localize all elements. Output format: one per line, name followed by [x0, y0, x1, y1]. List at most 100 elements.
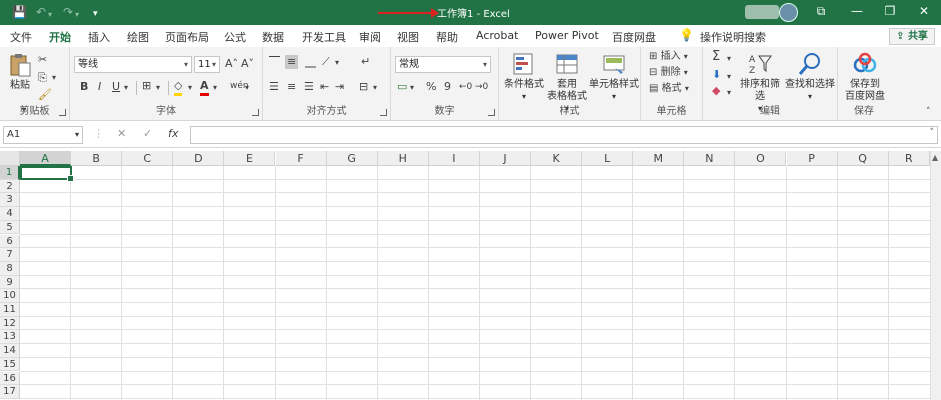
save-icon[interactable]: 💾: [12, 4, 27, 20]
underline-dropdown-icon[interactable]: ▾: [124, 81, 128, 95]
paste-button[interactable]: 粘贴: [6, 52, 34, 92]
row-header-17[interactable]: 17: [0, 385, 20, 399]
row-header-2[interactable]: 2: [0, 179, 20, 194]
cell-styles-button[interactable]: 单元格样式 ▾: [589, 51, 639, 103]
align-right-icon[interactable]: ☰: [304, 80, 314, 94]
merge-center-icon[interactable]: ⊟: [359, 80, 368, 94]
enter-icon[interactable]: ✓: [143, 127, 152, 140]
accounting-format-icon[interactable]: ▭: [397, 80, 407, 94]
row-header-13[interactable]: 13: [0, 330, 20, 345]
font-launcher-icon[interactable]: [252, 109, 259, 116]
grow-font-icon[interactable]: A˄: [225, 57, 238, 71]
column-header-M[interactable]: M: [633, 151, 685, 166]
comma-style-button[interactable]: 9: [444, 80, 451, 94]
italic-button[interactable]: I: [98, 80, 101, 94]
percent-style-button[interactable]: %: [426, 80, 436, 94]
tab-help[interactable]: 帮助: [436, 29, 458, 45]
column-header-N[interactable]: N: [684, 151, 736, 166]
tab-review[interactable]: 审阅: [359, 29, 381, 45]
row-header-11[interactable]: 11: [0, 303, 20, 317]
accounting-dropdown-icon[interactable]: ▾: [410, 81, 414, 95]
format-cells-button[interactable]: ▤ 格式 ▾: [649, 82, 689, 96]
column-header-J[interactable]: J: [479, 151, 531, 166]
row-header-14[interactable]: 14: [0, 344, 20, 358]
copy-icon[interactable]: ⎘: [38, 71, 47, 85]
increase-indent-icon[interactable]: ⇥: [335, 80, 344, 94]
column-header-Q[interactable]: Q: [837, 151, 889, 166]
number-launcher-icon[interactable]: [488, 109, 495, 116]
tab-draw[interactable]: 绘图: [127, 29, 149, 45]
undo-icon[interactable]: ↶: [36, 4, 46, 20]
cancel-icon[interactable]: ✕: [117, 127, 126, 140]
tab-power-pivot[interactable]: Power Pivot: [535, 29, 599, 42]
redo-icon[interactable]: ↷: [63, 4, 73, 20]
fill-color-dropdown-icon[interactable]: ▾: [188, 81, 192, 95]
column-header-L[interactable]: L: [582, 151, 634, 166]
column-header-O[interactable]: O: [735, 151, 787, 166]
column-header-R[interactable]: R: [888, 151, 930, 166]
formula-input[interactable]: ˅: [190, 126, 938, 144]
font-color-icon[interactable]: A: [200, 79, 209, 96]
tab-formulas[interactable]: 公式: [224, 29, 246, 45]
font-name-select[interactable]: 等线 ▾: [74, 56, 192, 73]
fill-icon[interactable]: ⬇: [712, 68, 721, 82]
align-bottom-icon[interactable]: ⎽: [305, 55, 316, 69]
decrease-indent-icon[interactable]: ⇤: [320, 80, 329, 94]
align-center-icon[interactable]: ≡: [287, 80, 296, 94]
tab-view[interactable]: 视图: [397, 29, 419, 45]
align-middle-icon[interactable]: ≡: [285, 55, 299, 69]
redo-dropdown-icon[interactable]: ▾: [75, 7, 79, 23]
column-header-A[interactable]: A: [20, 151, 72, 166]
row-header-4[interactable]: 4: [0, 207, 20, 221]
alignment-launcher-icon[interactable]: [380, 109, 387, 116]
column-header-F[interactable]: F: [275, 151, 327, 166]
column-header-B[interactable]: B: [71, 151, 123, 166]
row-header-10[interactable]: 10: [0, 289, 20, 303]
ribbon-display-options-icon[interactable]: ⧉: [811, 4, 831, 19]
row-header-8[interactable]: 8: [0, 261, 20, 276]
tab-file[interactable]: 文件: [10, 29, 32, 45]
row-header-3[interactable]: 3: [0, 193, 20, 208]
copy-dropdown-icon[interactable]: ▾: [52, 71, 56, 85]
orientation-icon[interactable]: ⟋: [322, 55, 330, 69]
increase-decimal-icon[interactable]: ←0: [459, 80, 472, 94]
row-header-6[interactable]: 6: [0, 234, 20, 249]
fill-dropdown-icon[interactable]: ▾: [727, 70, 731, 84]
column-header-E[interactable]: E: [224, 151, 276, 166]
tab-developer[interactable]: 开发工具: [302, 29, 346, 45]
minimize-icon[interactable]: —: [847, 4, 867, 18]
formula-bar-handle-icon[interactable]: ⋮: [93, 127, 104, 140]
column-header-D[interactable]: D: [173, 151, 225, 166]
wrap-text-icon[interactable]: ↵: [361, 55, 370, 69]
borders-dropdown-icon[interactable]: ▾: [156, 81, 160, 95]
autosum-dropdown-icon[interactable]: ▾: [727, 52, 731, 66]
row-header-12[interactable]: 12: [0, 316, 20, 331]
row-header-15[interactable]: 15: [0, 357, 20, 372]
align-top-icon[interactable]: ⎺: [269, 55, 280, 69]
expand-formula-bar-icon[interactable]: ˅: [930, 128, 935, 138]
find-select-button[interactable]: 查找和选择 ▾: [785, 51, 835, 103]
borders-icon[interactable]: ⊞: [142, 79, 151, 93]
scroll-up-icon[interactable]: ▲: [932, 153, 938, 162]
insert-cells-button[interactable]: ⊞ 插入 ▾: [649, 50, 688, 64]
tab-acrobat[interactable]: Acrobat: [476, 29, 518, 42]
tab-data[interactable]: 数据: [262, 29, 284, 45]
column-header-I[interactable]: I: [428, 151, 480, 166]
lightbulb-icon[interactable]: 💡: [679, 28, 694, 42]
clipboard-launcher-icon[interactable]: [59, 109, 66, 116]
column-header-C[interactable]: C: [122, 151, 174, 166]
column-header-K[interactable]: K: [531, 151, 583, 166]
avatar[interactable]: [779, 3, 798, 22]
shrink-font-icon[interactable]: A˅: [241, 57, 254, 71]
font-size-select[interactable]: 11 ▾: [194, 56, 220, 73]
row-header-5[interactable]: 5: [0, 220, 20, 235]
vertical-scrollbar[interactable]: ▲: [930, 151, 941, 400]
underline-button[interactable]: U: [112, 80, 120, 94]
insert-function-button[interactable]: fx: [168, 127, 178, 140]
number-format-select[interactable]: 常规 ▾: [395, 56, 491, 73]
cut-icon[interactable]: ✂: [38, 53, 47, 67]
bold-button[interactable]: B: [80, 80, 88, 94]
column-header-P[interactable]: P: [786, 151, 838, 166]
merge-dropdown-icon[interactable]: ▾: [373, 81, 377, 95]
tab-home[interactable]: 开始: [49, 29, 71, 49]
